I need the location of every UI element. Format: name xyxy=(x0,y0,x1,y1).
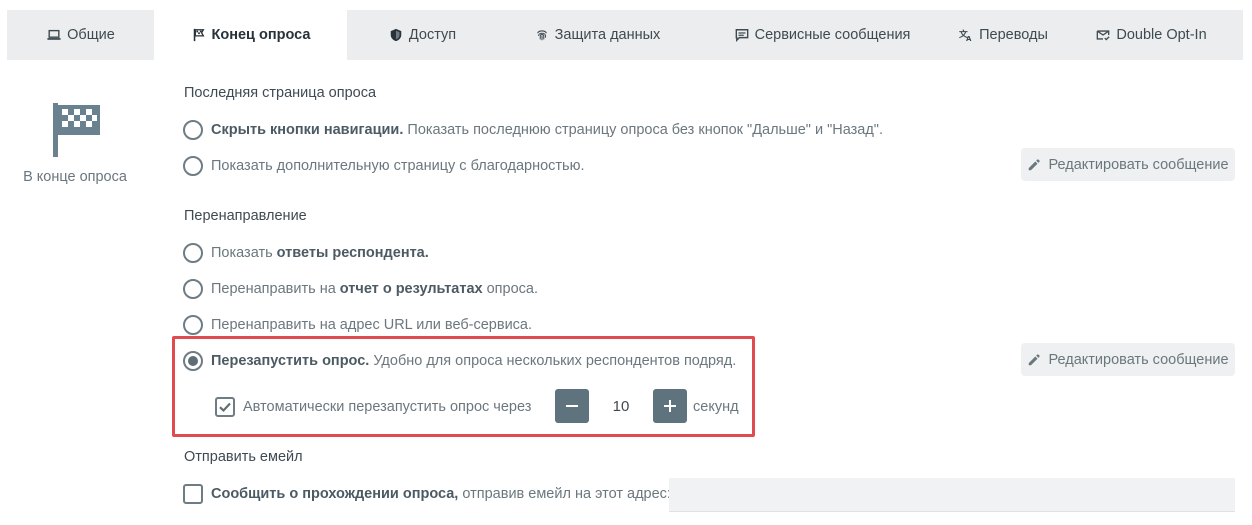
message-icon xyxy=(734,27,750,43)
radio-thank-you-page[interactable] xyxy=(183,156,203,176)
section-title-send-email: Отправить емейл xyxy=(184,449,303,465)
tab-service-messages[interactable]: Сервисные сообщения xyxy=(697,10,947,60)
option-hide-navigation[interactable]: Скрыть кнопки навигации. Показать послед… xyxy=(183,119,883,141)
tab-label: Доступ xyxy=(408,27,457,43)
option-text: Перенаправить на xyxy=(211,281,340,297)
radio-redirect-report[interactable] xyxy=(183,279,203,299)
tab-end-of-survey[interactable]: Конец опроса xyxy=(154,10,347,60)
tab-translations[interactable]: 文A Переводы xyxy=(947,10,1059,60)
option-text: Показать дополнительную страницу с благо… xyxy=(211,158,585,174)
tab-bar: Общие Конец опроса Доступ Защита данных … xyxy=(7,10,1243,60)
edit-message-button-2[interactable]: Редактировать сообщение xyxy=(1021,343,1235,376)
radio-hide-navigation[interactable] xyxy=(183,120,203,140)
fingerprint-icon xyxy=(534,27,550,43)
option-text: отправив емейл на этот адрес: xyxy=(458,486,671,502)
option-text: опроса. xyxy=(482,281,539,297)
option-text: Показать последнюю страницу опроса без к… xyxy=(403,122,883,138)
sidebar-label: В конце опроса xyxy=(23,169,127,185)
option-redirect-report[interactable]: Перенаправить на отчет о результатах опр… xyxy=(183,278,538,300)
option-bold-text: Сообщить о прохождении опроса, xyxy=(211,486,459,502)
tab-access[interactable]: Доступ xyxy=(347,10,497,60)
checkbox-email-notify[interactable] xyxy=(183,484,203,504)
edit-button-label: Редактировать сообщение xyxy=(1048,156,1229,173)
option-bold-text: отчет о результатах xyxy=(339,281,483,297)
laptop-icon xyxy=(46,27,62,43)
tab-label: Конец опроса xyxy=(211,27,311,43)
option-email-notify[interactable]: Сообщить о прохождении опроса, отправив … xyxy=(183,483,671,505)
flag-icon xyxy=(191,27,207,43)
option-text: Показать xyxy=(211,245,277,261)
pencil-icon xyxy=(1029,158,1041,170)
option-bold-text: ответы респондента. xyxy=(276,245,429,261)
tab-label: Защита данных xyxy=(554,27,661,43)
tab-general[interactable]: Общие xyxy=(7,10,154,60)
tab-double-opt-in[interactable]: Double Opt-In xyxy=(1059,10,1243,60)
tab-label: Double Opt-In xyxy=(1116,27,1207,43)
svg-text:A: A xyxy=(966,35,972,42)
mail-check-icon xyxy=(1095,27,1111,43)
email-address-input[interactable] xyxy=(669,478,1235,512)
pencil-icon xyxy=(1029,353,1041,365)
section-title-redirect: Перенаправление xyxy=(184,208,307,224)
edit-button-label: Редактировать сообщение xyxy=(1048,351,1229,368)
radio-show-answers[interactable] xyxy=(183,243,203,263)
option-text: Перенаправить на адрес URL или веб-серви… xyxy=(211,317,533,333)
highlight-box xyxy=(172,336,755,437)
tab-label: Общие xyxy=(67,27,115,43)
tab-data-protection[interactable]: Защита данных xyxy=(497,10,697,60)
translate-icon: 文A xyxy=(958,27,974,43)
option-redirect-url[interactable]: Перенаправить на адрес URL или веб-серви… xyxy=(183,314,532,336)
option-show-answers[interactable]: Показать ответы респондента. xyxy=(183,242,429,264)
section-title-last-page: Последняя страница опроса xyxy=(184,85,377,101)
tab-label: Переводы xyxy=(979,27,1048,43)
option-thank-you-page[interactable]: Показать дополнительную страницу с благо… xyxy=(183,155,585,177)
edit-message-button-1[interactable]: Редактировать сообщение xyxy=(1021,148,1235,181)
shield-icon xyxy=(388,27,404,43)
tab-label: Сервисные сообщения xyxy=(754,27,911,43)
option-bold-text: Скрыть кнопки навигации. xyxy=(211,122,404,138)
checkered-flag-icon xyxy=(53,103,101,157)
radio-redirect-url[interactable] xyxy=(183,315,203,335)
